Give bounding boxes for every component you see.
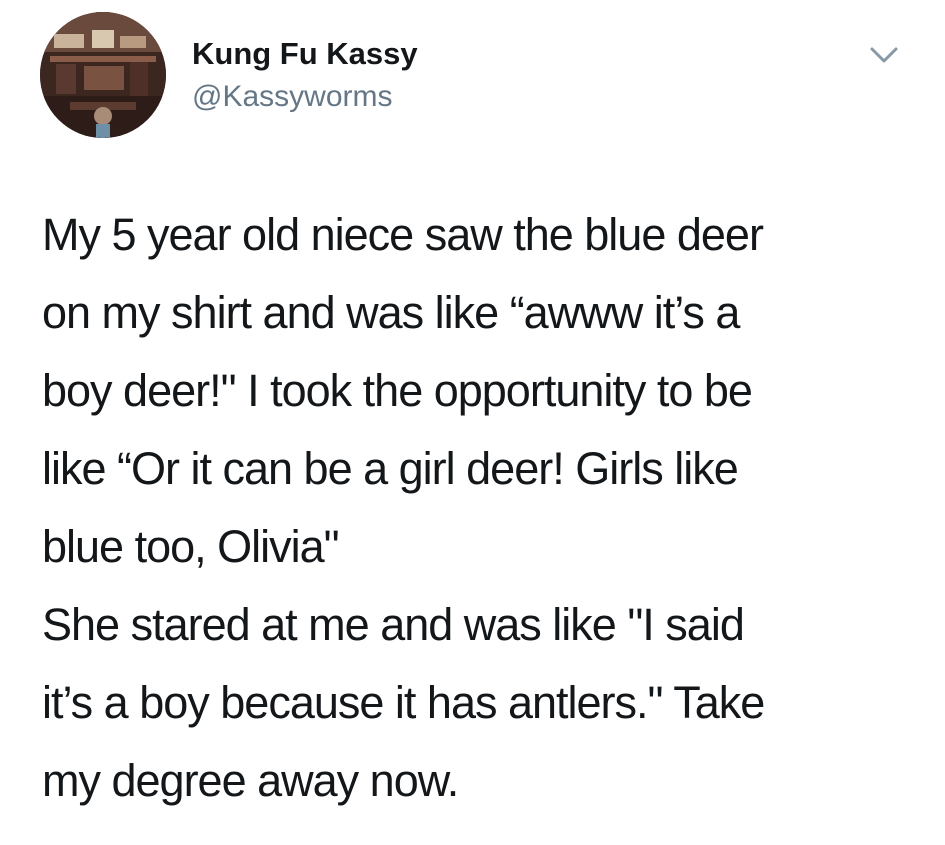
avatar-image — [40, 12, 166, 138]
tweet-text-line: boy deer!" I took the opportunity to be — [42, 365, 753, 416]
avatar[interactable] — [40, 12, 166, 138]
display-name[interactable]: Kung Fu Kassy — [192, 36, 418, 72]
tweet-text-line: My 5 year old niece saw the blue deer — [42, 209, 764, 260]
tweet-text-line: it’s a boy because it has antlers." Take — [42, 677, 765, 728]
tweet-text-line: blue too, Olivia" — [42, 521, 340, 572]
tweet-text-line: on my shirt and was like “awww it’s a — [42, 287, 740, 338]
tweet-text: My 5 year old niece saw the blue deer on… — [42, 196, 922, 820]
tweet-text-line: like “Or it can be a girl deer! Girls li… — [42, 443, 739, 494]
tweet-card: Kung Fu Kassy @Kassyworms My 5 year old … — [0, 0, 945, 845]
chevron-down-icon[interactable] — [868, 44, 900, 66]
tweet-text-line: my degree away now. — [42, 755, 459, 806]
user-handle[interactable]: @Kassyworms — [192, 80, 392, 114]
tweet-text-line: She stared at me and was like "I said — [42, 599, 745, 650]
